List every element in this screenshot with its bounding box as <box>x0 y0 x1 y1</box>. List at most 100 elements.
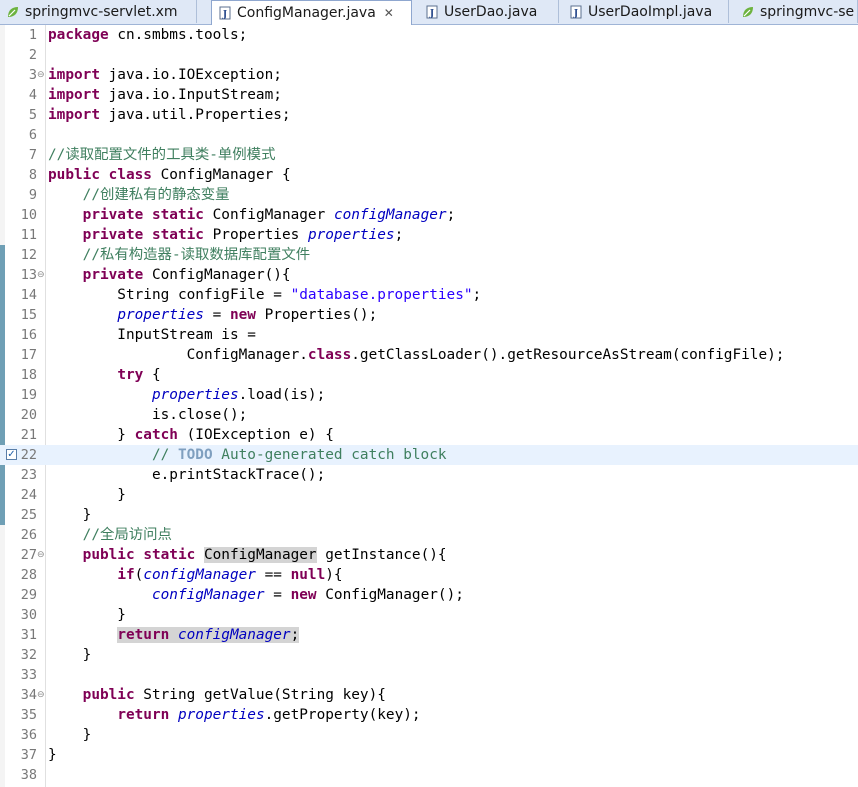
fold-toggle-icon[interactable]: ⊖ <box>37 65 45 85</box>
code-line[interactable]: 5 import java.util.Properties; <box>0 105 858 125</box>
code-line[interactable]: 29 configManager = new ConfigManager(); <box>0 585 858 605</box>
code-token: .getProperty(key); <box>264 707 421 723</box>
spring-xml-icon <box>741 5 755 19</box>
line-number: 23 <box>20 467 37 483</box>
code-text: String configFile = "database.properties… <box>48 285 481 305</box>
code-token: return <box>117 627 170 643</box>
code-line[interactable]: 17 ConfigManager.class.getClassLoader().… <box>0 345 858 365</box>
code-line[interactable]: 1 package cn.smbms.tools; <box>0 25 858 45</box>
code-line[interactable]: 2 <box>0 45 858 65</box>
code-line[interactable]: 28 if(configManager == null){ <box>0 565 858 585</box>
code-line[interactable]: 10 private static ConfigManager configMa… <box>0 205 858 225</box>
code-line[interactable]: 34 ⊖ public String getValue(String key){ <box>0 685 858 705</box>
code-line[interactable]: 21 } catch (IOException e) { <box>0 425 858 445</box>
tab-userdao-java[interactable]: J UserDao.java <box>419 0 559 23</box>
code-token: // <box>151 447 178 463</box>
code-token: new <box>290 587 317 603</box>
code-token: static <box>151 207 204 223</box>
code-line[interactable]: 20 is.close(); <box>0 405 858 425</box>
code-token: ; <box>290 627 300 643</box>
code-line[interactable]: 18 try { <box>0 365 858 385</box>
tab-userdaoimpl-java[interactable]: J UserDaoImpl.java <box>563 0 729 23</box>
tab-configmanager-java[interactable]: J ConfigManager.java ✕ <box>211 0 412 25</box>
code-line[interactable]: ✓ 22 // TODO Auto-generated catch block <box>0 445 858 465</box>
code-line[interactable]: 38 <box>0 765 858 785</box>
code-token: { <box>143 367 161 383</box>
line-number: 38 <box>20 767 37 783</box>
tab-springmvc-servlet-xm[interactable]: springmvc-servlet.xm <box>0 0 197 23</box>
code-token: == <box>255 567 291 583</box>
line-number: 27 <box>20 547 37 563</box>
code-text: e.printStackTrace(); <box>48 465 325 485</box>
fold-toggle-icon[interactable]: ⊖ <box>37 685 45 705</box>
code-token: Properties(); <box>255 307 378 323</box>
code-line[interactable]: 16 InputStream is = <box>0 325 858 345</box>
code-line[interactable]: 33 <box>0 665 858 685</box>
code-token: import <box>48 87 100 103</box>
code-token: ; <box>472 287 482 303</box>
code-line[interactable]: 7 //读取配置文件的工具类-单例模式 <box>0 145 858 165</box>
code-line[interactable]: 32 } <box>0 645 858 665</box>
code-line[interactable]: 12 //私有构造器-读取数据库配置文件 <box>0 245 858 265</box>
code-line[interactable]: 6 <box>0 125 858 145</box>
code-token: ConfigManager { <box>151 167 291 183</box>
code-line[interactable]: 15 properties = new Properties(); <box>0 305 858 325</box>
code-line[interactable]: 26 //全局访问点 <box>0 525 858 545</box>
code-text: import java.io.IOException; <box>48 65 282 85</box>
line-number: 36 <box>20 727 37 743</box>
close-tab-icon[interactable]: ✕ <box>384 6 394 20</box>
line-number: 26 <box>20 527 37 543</box>
line-number: 9 <box>28 187 37 203</box>
code-line[interactable]: 30 } <box>0 605 858 625</box>
code-line[interactable]: 4 import java.io.InputStream; <box>0 85 858 105</box>
code-token: private <box>82 207 144 223</box>
code-token: } <box>48 747 57 763</box>
code-line[interactable]: 27 ⊖ public static ConfigManager getInsta… <box>0 545 858 565</box>
code-text: public static ConfigManager getInstance(… <box>48 545 447 565</box>
code-text: InputStream is = <box>48 325 256 345</box>
line-number: 10 <box>20 207 37 223</box>
code-line[interactable]: 8 public class ConfigManager { <box>0 165 858 185</box>
line-number: 28 <box>20 567 37 583</box>
tab-label: UserDao.java <box>444 3 538 20</box>
code-line[interactable]: 13 ⊖ private ConfigManager(){ <box>0 265 858 285</box>
code-token: String configFile = <box>48 287 291 303</box>
line-number: 4 <box>28 87 37 103</box>
code-token: ; <box>394 227 404 243</box>
code-line[interactable]: 35 return properties.getProperty(key); <box>0 705 858 725</box>
code-line[interactable]: 36 } <box>0 725 858 745</box>
code-token: is.close(); <box>48 407 248 423</box>
code-line[interactable]: 19 properties.load(is); <box>0 385 858 405</box>
code-text: } <box>48 725 92 745</box>
code-line[interactable]: 23 e.printStackTrace(); <box>0 465 858 485</box>
code-line[interactable]: 24 } <box>0 485 858 505</box>
code-line[interactable]: 3 ⊖ import java.io.IOException; <box>0 65 858 85</box>
tab-label: UserDaoImpl.java <box>588 3 713 20</box>
code-token: //创建私有的静态变量 <box>82 187 230 203</box>
occurrence-highlight: return configManager; <box>117 627 300 643</box>
code-token: public <box>48 167 100 183</box>
line-number: 31 <box>20 627 37 643</box>
code-line[interactable]: 37} <box>0 745 858 765</box>
code-line[interactable]: 25 } <box>0 505 858 525</box>
code-line[interactable]: 14 String configFile = "database.propert… <box>0 285 858 305</box>
tab-springmvc-se[interactable]: springmvc-se <box>735 0 858 23</box>
code-editor[interactable]: 1 package cn.smbms.tools; 2 3 ⊖ import java.i… <box>0 25 858 787</box>
code-token: } <box>48 647 92 663</box>
code-token: try <box>117 367 144 383</box>
code-token: cn.smbms.tools; <box>108 27 248 43</box>
code-line[interactable]: 31 return configManager; <box>0 625 858 645</box>
fold-toggle-icon[interactable]: ⊖ <box>37 265 45 285</box>
code-token: .load(is); <box>238 387 326 403</box>
code-token: e.printStackTrace(); <box>48 467 326 483</box>
code-line[interactable]: 11 private static Properties properties; <box>0 225 858 245</box>
code-line[interactable]: 9 //创建私有的静态变量 <box>0 185 858 205</box>
fold-toggle-icon[interactable]: ⊖ <box>37 545 45 565</box>
